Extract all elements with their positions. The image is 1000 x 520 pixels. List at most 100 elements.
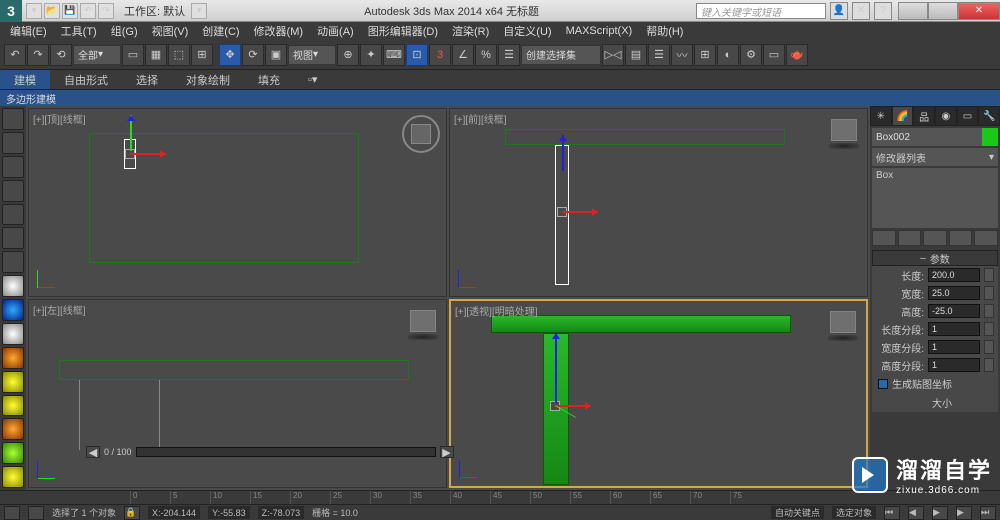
render-icon[interactable]: 🫖 xyxy=(786,44,808,66)
cp-tab-motion-icon[interactable]: ◉ xyxy=(935,106,957,126)
exchange-icon[interactable]: ✕ xyxy=(852,2,870,20)
play-goto-end-icon[interactable]: ⏭ xyxy=(980,506,996,520)
angle-snap-icon[interactable]: 3 xyxy=(429,44,451,66)
restore-button[interactable]: ▭ xyxy=(928,2,958,20)
selection-filter[interactable]: 全部 ▾ xyxy=(73,45,121,65)
select-scale-icon[interactable]: ▣ xyxy=(265,44,287,66)
ribbon-expand-icon[interactable]: ▫▾ xyxy=(294,70,331,89)
lt-icon-6[interactable] xyxy=(2,227,24,249)
autokey-button[interactable]: 自动关键点 xyxy=(771,506,824,519)
sign-in-icon[interactable]: 👤 xyxy=(830,2,848,20)
height-spin-buttons[interactable] xyxy=(984,304,994,318)
cp-tab-display-icon[interactable]: ▭ xyxy=(957,106,979,126)
viewport-top[interactable]: [+][顶][线框] xyxy=(28,108,447,297)
ribbon-tab-objectpaint[interactable]: 对象绘制 xyxy=(172,70,244,89)
stack-config-icon[interactable] xyxy=(974,230,998,246)
width-spinner[interactable]: 25.0 xyxy=(928,286,980,300)
timeline-ruler[interactable]: 0 5 10 15 20 25 30 35 40 45 50 55 60 65 … xyxy=(0,490,1000,504)
stack-show-icon[interactable] xyxy=(898,230,922,246)
lt-sphere-green[interactable] xyxy=(2,442,24,464)
wseg-spinner[interactable]: 1 xyxy=(928,340,980,354)
close-button[interactable]: ✕ xyxy=(958,2,1000,20)
cp-tab-create-icon[interactable]: ✳ xyxy=(870,106,892,126)
modifier-list-dropdown[interactable]: 修改器列表▾ xyxy=(872,148,998,166)
workspace-selector[interactable]: 工作区: 默认 xyxy=(118,3,191,19)
keyboard-shortcut-icon[interactable]: ⌨ xyxy=(383,44,405,66)
keyfilter-dropdown[interactable]: 选定对象 xyxy=(832,506,876,519)
ribbon-panel-label[interactable]: 多边形建模 xyxy=(0,90,1000,106)
menu-animation[interactable]: 动画(A) xyxy=(311,23,360,39)
menu-edit[interactable]: 编辑(E) xyxy=(4,23,53,39)
lt-icon-1[interactable] xyxy=(2,108,24,130)
play-next-icon[interactable]: ▶ xyxy=(956,506,972,520)
link-icon[interactable]: ⟲ xyxy=(50,44,72,66)
viewport-front[interactable]: [+][前][线框] xyxy=(449,108,868,297)
render-frame-icon[interactable]: ▭ xyxy=(763,44,785,66)
percent-snap-icon[interactable]: ∠ xyxy=(452,44,474,66)
lseg-spinner[interactable]: 1 xyxy=(928,322,980,336)
lt-icon-7[interactable] xyxy=(2,251,24,273)
menu-help[interactable]: 帮助(H) xyxy=(640,23,689,39)
wseg-spin-buttons[interactable] xyxy=(984,340,994,354)
params-rollout-header[interactable]: –参数 xyxy=(872,250,998,266)
menu-customize[interactable]: 自定义(U) xyxy=(497,23,557,39)
ribbon-tab-selection[interactable]: 选择 xyxy=(122,70,172,89)
lt-sphere-gray[interactable] xyxy=(2,323,24,345)
viewcube-top[interactable] xyxy=(402,115,440,153)
maxscript-listener-icon[interactable] xyxy=(4,506,20,520)
viewport-left[interactable]: [+][左][线框] xyxy=(28,299,447,488)
lt-icon-2[interactable] xyxy=(2,132,24,154)
qat-redo-icon[interactable]: ↷ xyxy=(98,3,114,19)
viewcube-front[interactable] xyxy=(831,119,857,141)
select-object-icon[interactable]: ▭ xyxy=(122,44,144,66)
ribbon-tab-modeling[interactable]: 建模 xyxy=(0,70,50,89)
spinner-snap-icon[interactable]: % xyxy=(475,44,497,66)
lt-sphere-blue[interactable] xyxy=(2,299,24,321)
stack-remove-icon[interactable] xyxy=(949,230,973,246)
stack-item-box[interactable]: Box xyxy=(876,170,994,181)
lt-sphere-orange[interactable] xyxy=(2,347,24,369)
layers-icon[interactable]: ☰ xyxy=(648,44,670,66)
select-rotate-icon[interactable]: ⟳ xyxy=(242,44,264,66)
viewport-label-persp[interactable]: [+][透视][明暗处理] xyxy=(455,303,538,318)
window-cross-icon[interactable]: ⊞ xyxy=(191,44,213,66)
play-icon[interactable]: ▶ xyxy=(932,506,948,520)
lt-icon-5[interactable] xyxy=(2,204,24,226)
menu-modifiers[interactable]: 修改器(M) xyxy=(248,23,310,39)
qat-undo-icon[interactable]: ↶ xyxy=(80,3,96,19)
menu-group[interactable]: 组(G) xyxy=(105,23,144,39)
lt-sphere-yellow2[interactable] xyxy=(2,395,24,417)
workspace-drop-icon[interactable]: ▾ xyxy=(191,3,207,19)
viewcube-left[interactable] xyxy=(410,310,436,332)
menu-grapheditors[interactable]: 图形编辑器(D) xyxy=(362,23,444,39)
hseg-spinner[interactable]: 1 xyxy=(928,358,980,372)
qat-new-icon[interactable]: ▾ xyxy=(26,3,42,19)
ref-coord-system[interactable]: 视图 ▾ xyxy=(288,45,336,65)
pivot-icon[interactable]: ⊕ xyxy=(337,44,359,66)
coord-x[interactable]: X:-204.144 xyxy=(148,506,200,519)
modifier-stack[interactable]: Box xyxy=(872,168,998,228)
menu-rendering[interactable]: 渲染(R) xyxy=(446,23,495,39)
stack-unique-icon[interactable] xyxy=(923,230,947,246)
qat-open-icon[interactable]: 📂 xyxy=(44,3,60,19)
menu-views[interactable]: 视图(V) xyxy=(146,23,195,39)
ribbon-tab-freeform[interactable]: 自由形式 xyxy=(50,70,122,89)
edit-named-sel-icon[interactable]: ☰ xyxy=(498,44,520,66)
ribbon-tab-populate[interactable]: 填充 xyxy=(244,70,294,89)
stack-pin-icon[interactable] xyxy=(872,230,896,246)
object-color-swatch[interactable] xyxy=(982,128,998,146)
gen-mapping-checkbox[interactable] xyxy=(878,379,888,389)
curve-editor-icon[interactable]: 〰 xyxy=(671,44,693,66)
redo-icon[interactable]: ↷ xyxy=(27,44,49,66)
infocenter-search[interactable]: 键入关键字或短语 xyxy=(696,3,826,19)
lt-sphere-gold[interactable] xyxy=(2,466,24,488)
menu-create[interactable]: 创建(C) xyxy=(196,23,245,39)
lt-sphere-amber[interactable] xyxy=(2,418,24,440)
render-setup-icon[interactable]: ⚙ xyxy=(740,44,762,66)
object-name-field[interactable]: Box002 xyxy=(872,128,982,146)
length-spin-buttons[interactable] xyxy=(984,268,994,282)
length-spinner[interactable]: 200.0 xyxy=(928,268,980,282)
height-spinner[interactable]: -25.0 xyxy=(928,304,980,318)
align-icon[interactable]: ▤ xyxy=(625,44,647,66)
viewcube-persp[interactable] xyxy=(830,311,856,333)
